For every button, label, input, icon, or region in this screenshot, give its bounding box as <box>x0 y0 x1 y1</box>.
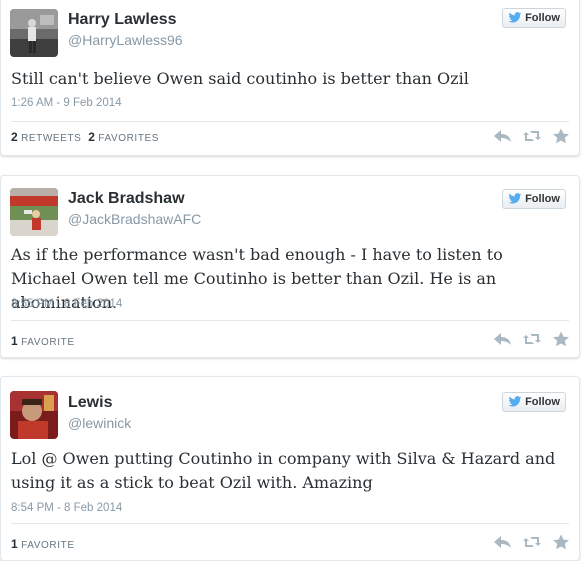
user-handle[interactable]: @lewinick <box>68 415 131 431</box>
follow-button[interactable]: Follow <box>502 8 566 28</box>
favorite-count[interactable]: 1 <box>11 334 18 348</box>
follow-label: Follow <box>525 396 560 408</box>
tweet-actions <box>493 331 571 347</box>
tweet-actions <box>493 128 571 144</box>
tweet-actions <box>493 534 571 550</box>
follow-button[interactable]: Follow <box>502 392 566 412</box>
retweet-count[interactable]: 2 <box>11 130 18 144</box>
tweet-stats: 2 RETWEETS 2 FAVORITES <box>11 130 159 144</box>
twitter-bird-icon <box>508 396 522 407</box>
follow-label: Follow <box>525 12 560 24</box>
star-icon[interactable] <box>551 128 571 144</box>
favorite-label[interactable]: FAVORITE <box>21 540 75 551</box>
reply-icon[interactable] <box>493 128 513 144</box>
follow-button[interactable]: Follow <box>502 189 566 209</box>
tweet-text: Still can't believe Owen said coutinho i… <box>11 69 469 88</box>
display-name[interactable]: Harry Lawless <box>68 11 177 29</box>
divider <box>11 121 569 122</box>
tweet-text: Lol @ Owen putting Coutinho in company w… <box>11 449 556 492</box>
favorite-label[interactable]: FAVORITES <box>98 133 159 144</box>
tweet-card: Jack Bradshaw @JackBradshawAFC Follow As… <box>0 175 580 358</box>
retweet-label[interactable]: RETWEETS <box>21 133 81 144</box>
twitter-bird-icon <box>508 193 522 204</box>
user-handle[interactable]: @HarryLawless96 <box>68 32 183 48</box>
favorite-count[interactable]: 2 <box>88 130 95 144</box>
display-name[interactable]: Lewis <box>68 394 112 412</box>
tweet-stats: 1 FAVORITE <box>11 537 75 551</box>
display-name[interactable]: Jack Bradshaw <box>68 190 185 208</box>
follow-label: Follow <box>525 193 560 205</box>
tweet-timestamp[interactable]: 8:55 PM - 8 Feb 2014 <box>11 298 122 310</box>
tweet-card: Lewis @lewinick Follow Lol @ Owen puttin… <box>0 376 580 561</box>
retweet-icon[interactable] <box>522 534 542 550</box>
star-icon[interactable] <box>551 534 571 550</box>
favorite-count[interactable]: 1 <box>11 537 18 551</box>
tweet-timestamp[interactable]: 1:26 AM - 9 Feb 2014 <box>11 97 122 109</box>
divider <box>11 320 569 321</box>
star-icon[interactable] <box>551 331 571 347</box>
reply-icon[interactable] <box>493 534 513 550</box>
favorite-label[interactable]: FAVORITE <box>21 337 75 348</box>
retweet-icon[interactable] <box>522 331 542 347</box>
reply-icon[interactable] <box>493 331 513 347</box>
twitter-bird-icon <box>508 12 522 23</box>
retweet-icon[interactable] <box>522 128 542 144</box>
user-handle[interactable]: @JackBradshawAFC <box>68 211 201 227</box>
tweet-card: Harry Lawless @HarryLawless96 Follow Sti… <box>0 0 580 156</box>
tweet-stats: 1 FAVORITE <box>11 334 75 348</box>
avatar[interactable] <box>10 188 58 236</box>
divider <box>11 523 569 524</box>
avatar[interactable] <box>10 391 58 439</box>
tweet-timestamp[interactable]: 8:54 PM - 8 Feb 2014 <box>11 502 122 514</box>
avatar[interactable] <box>10 9 58 57</box>
